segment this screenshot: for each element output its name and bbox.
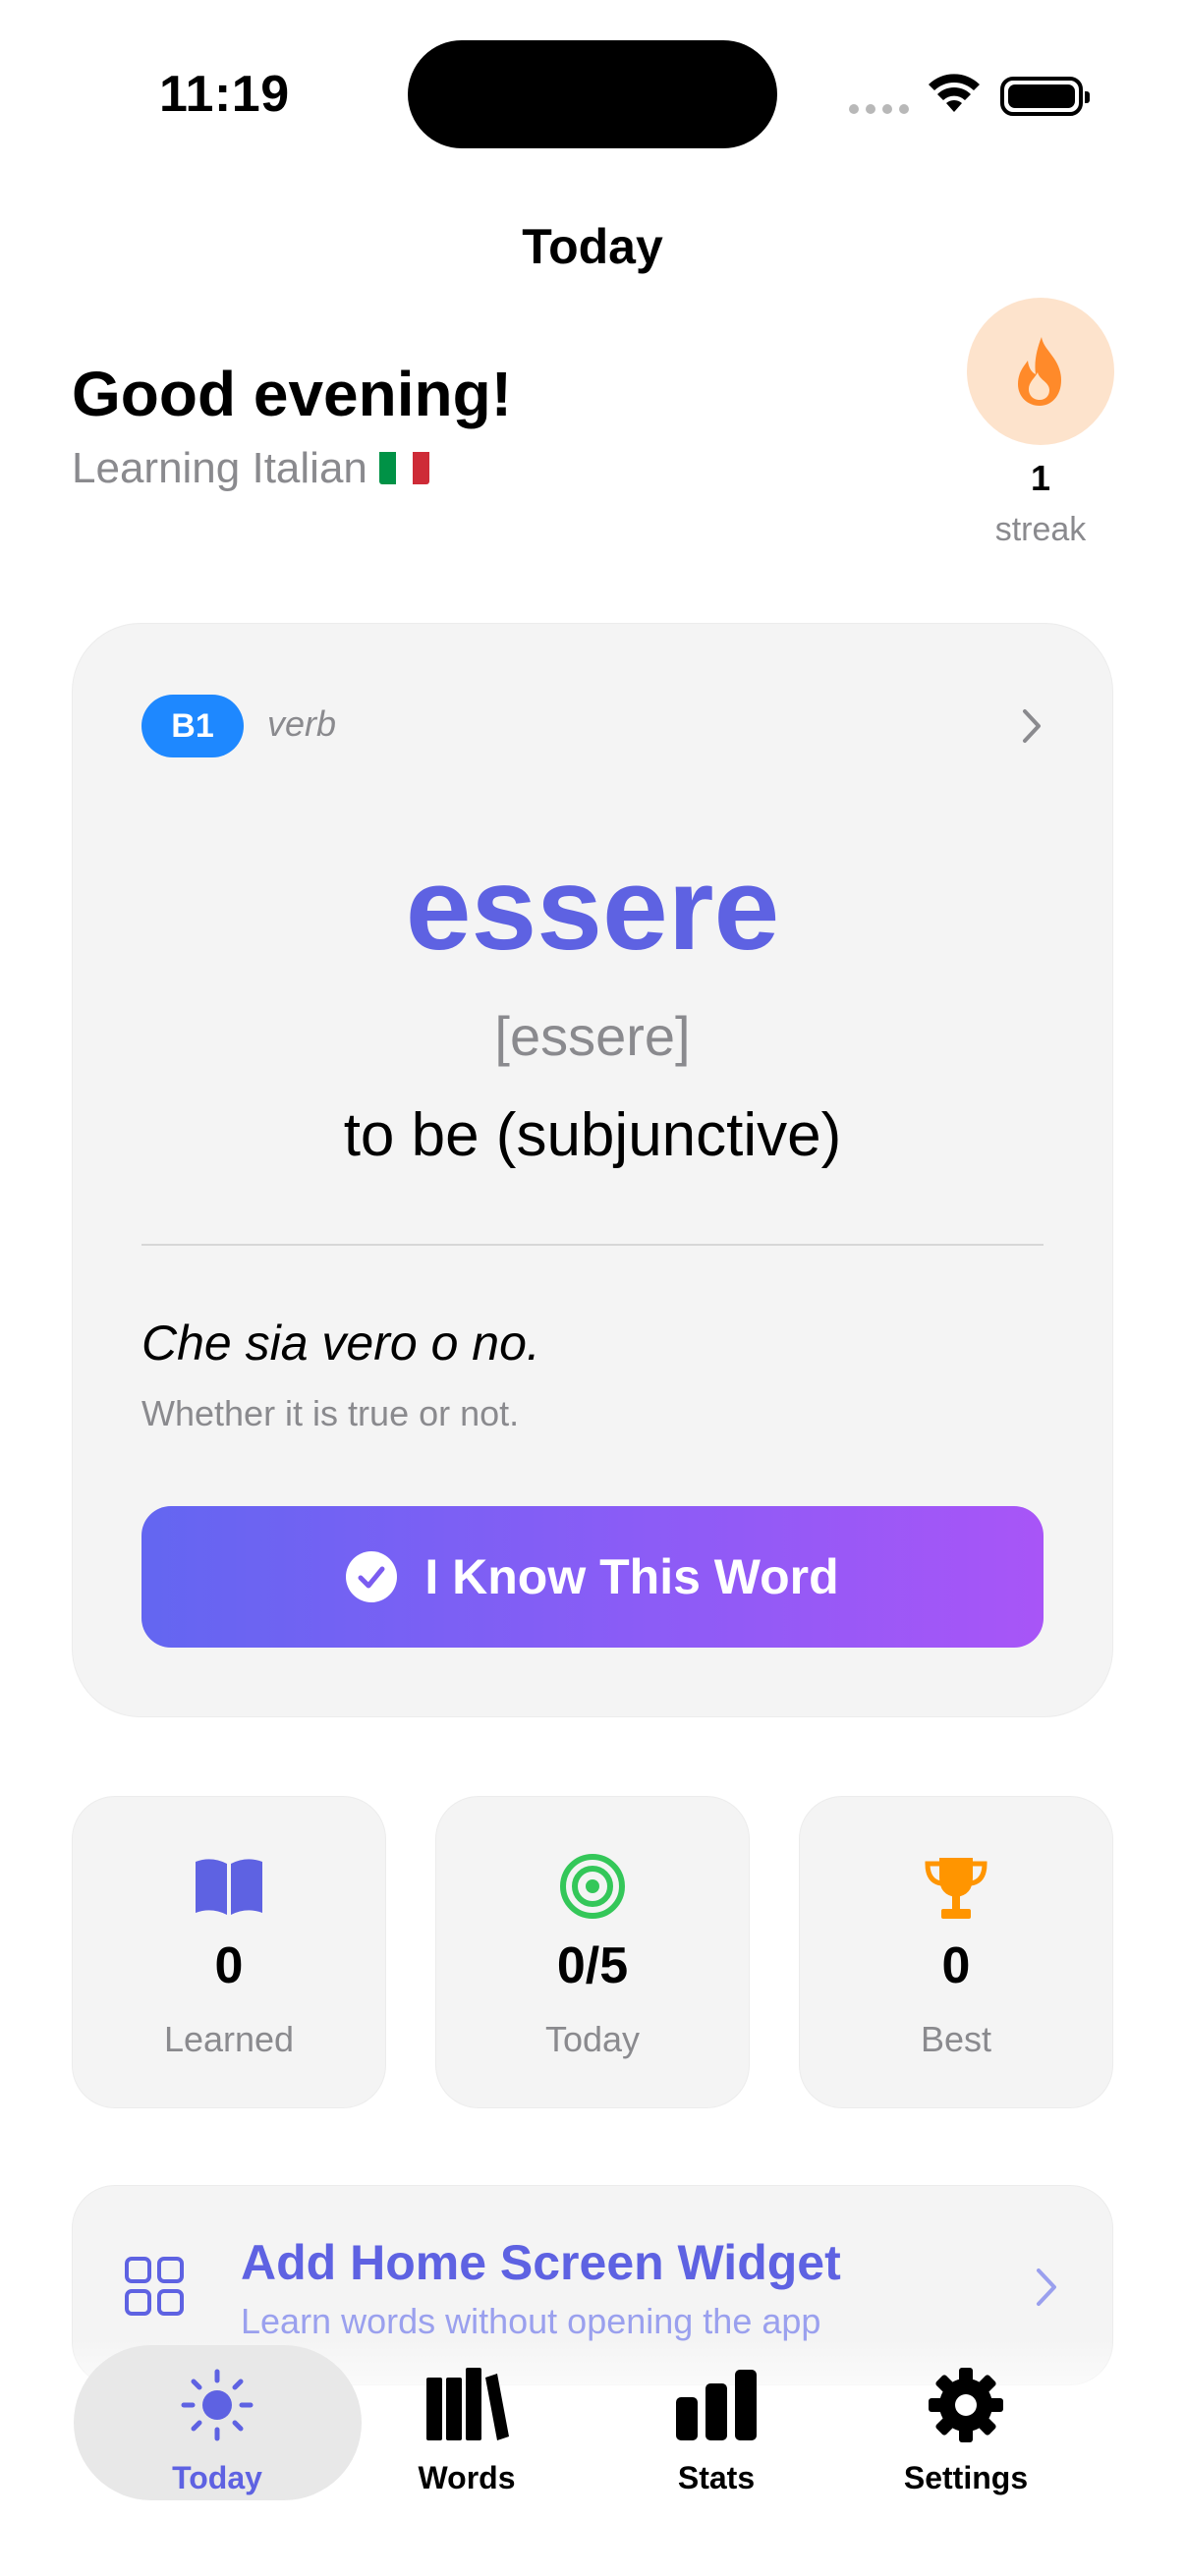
translation-text: to be (subjunctive) [343, 1101, 842, 1169]
card-divider [141, 1244, 1044, 1246]
gear-icon [929, 2368, 1003, 2442]
bar-chart-icon [676, 2370, 757, 2440]
learning-language-label: Learning Italian [72, 444, 429, 493]
example-translation: Whether it is true or not. [141, 1393, 520, 1433]
tab-settings[interactable]: Settings [858, 2364, 1074, 2496]
tab-today[interactable]: Today [109, 2364, 325, 2496]
example-sentence: Che sia vero o no. [141, 1316, 540, 1371]
stat-value: 0 [214, 1937, 244, 1994]
widget-banner-title: Add Home Screen Widget [241, 2235, 841, 2290]
stat-label: Best [920, 2019, 992, 2059]
tab-words[interactable]: Words [359, 2364, 575, 2496]
tab-stats[interactable]: Stats [608, 2364, 824, 2496]
tab-label: Settings [903, 2460, 1029, 2495]
know-word-label: I Know This Word [424, 1549, 839, 1604]
streak-label: streak [994, 511, 1087, 548]
target-icon [560, 1854, 625, 1919]
stat-label: Today [544, 2019, 641, 2059]
trophy-icon [925, 1858, 988, 1919]
part-of-speech: verb [267, 703, 337, 744]
dynamic-island [408, 40, 777, 148]
stat-label: Learned [163, 2019, 295, 2059]
flame-icon [1018, 337, 1061, 406]
streak-badge[interactable] [967, 298, 1114, 445]
stat-learned: 0 Learned [72, 1796, 386, 2108]
sun-icon [181, 2369, 254, 2441]
widget-banner-subtitle: Learn words without opening the app [241, 2301, 821, 2341]
widget-grid-icon [125, 2257, 184, 2316]
stat-today: 0/5 Today [435, 1796, 750, 2108]
checkmark-circle-icon [346, 1551, 398, 1602]
stat-value: 0 [941, 1937, 971, 1994]
tab-label: Stats [677, 2460, 756, 2495]
status-time: 11:19 [159, 66, 290, 123]
cellular-signal-icon [849, 104, 909, 114]
pronunciation-text: [essere] [494, 1005, 691, 1067]
know-word-button[interactable]: I Know This Word [141, 1506, 1044, 1648]
chevron-right-icon[interactable] [1017, 705, 1046, 747]
page-title: Today [522, 219, 663, 274]
stat-best: 0 Best [799, 1796, 1113, 2108]
stat-value: 0/5 [556, 1937, 629, 1994]
word-text: essere [405, 843, 780, 975]
book-icon [196, 1859, 262, 1915]
chevron-right-icon [1037, 2268, 1056, 2306]
streak-count: 1 [1030, 458, 1051, 498]
italy-flag-icon [378, 449, 429, 484]
tab-label: Words [418, 2460, 516, 2495]
level-badge: B1 [141, 695, 244, 757]
learning-language-text: Learning Italian [72, 444, 367, 492]
books-icon [426, 2368, 509, 2440]
battery-icon [1000, 77, 1090, 116]
greeting-heading: Good evening! [72, 359, 512, 429]
wifi-icon [929, 74, 980, 112]
tab-label: Today [172, 2460, 262, 2495]
